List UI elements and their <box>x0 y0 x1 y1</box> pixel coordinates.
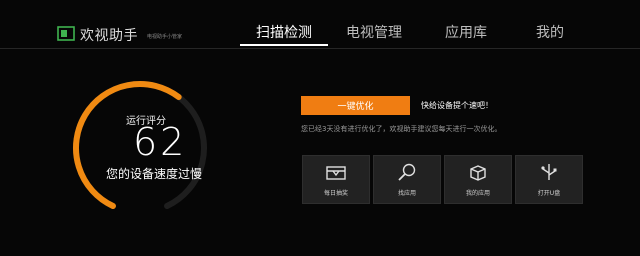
tile-label: 每日抽奖 <box>323 190 348 197</box>
tab-app-store[interactable]: 应用库 <box>445 22 487 42</box>
package-box-icon <box>470 165 486 181</box>
speed-status: 您的设备速度过慢 <box>106 167 203 181</box>
top-bar: 欢视助手 电视助手小管家 扫描检测 电视管理 应用库 我的 <box>0 0 640 49</box>
active-tab-indicator <box>240 44 328 46</box>
tile-daily-lottery[interactable]: 每日抽奖 <box>302 155 370 204</box>
app-name: 欢视助手 <box>80 28 138 44</box>
tile-label: 我的应用 <box>465 190 490 197</box>
tab-scan[interactable]: 扫描检测 <box>256 22 312 42</box>
optimize-hint: 您已经3天没有进行优化了，欢视助手建议您每天进行一次优化。 <box>301 125 502 133</box>
tile-label: 打开U盘 <box>537 190 561 197</box>
tv-screen-icon <box>57 26 75 41</box>
usb-icon <box>541 164 557 180</box>
one-click-optimize-button[interactable]: 一键优化 <box>301 96 410 115</box>
tile-open-usb[interactable]: 打开U盘 <box>515 155 583 204</box>
tile-find-app[interactable]: 找应用 <box>373 155 441 204</box>
tab-mine[interactable]: 我的 <box>536 22 564 42</box>
optimize-tip: 快给设备提个速吧！ <box>421 101 493 110</box>
score-value: 62 <box>133 120 188 164</box>
search-icon <box>398 163 416 181</box>
app-subtitle: 电视助手小管家 <box>147 34 183 40</box>
tab-tv-manage[interactable]: 电视管理 <box>346 22 402 42</box>
tile-my-apps[interactable]: 我的应用 <box>444 155 512 204</box>
gift-box-icon <box>326 166 346 180</box>
tile-label: 找应用 <box>397 190 416 197</box>
